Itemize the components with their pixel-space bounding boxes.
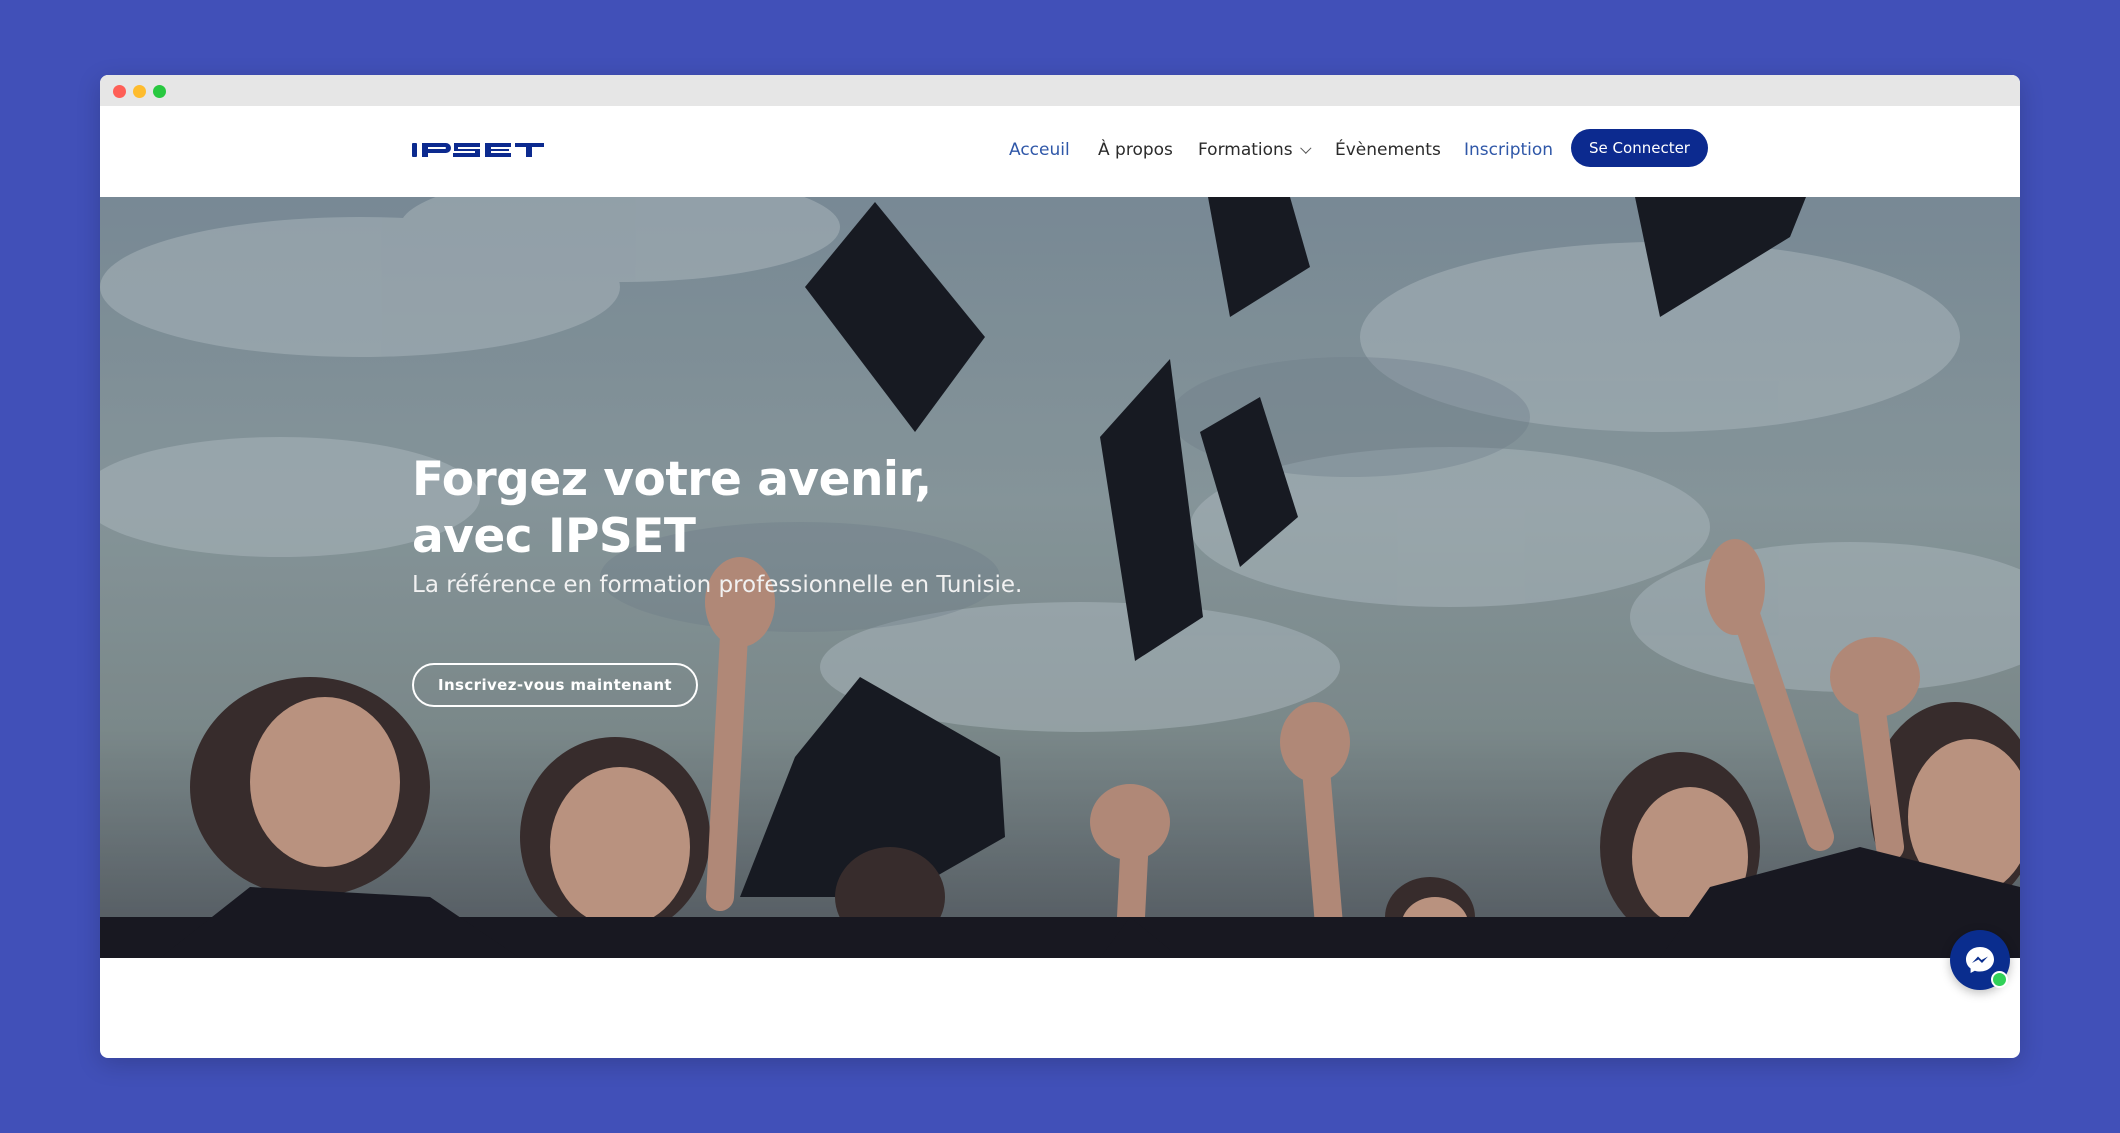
- hero-title: Forgez votre avenir, avec IPSET: [412, 451, 1112, 565]
- messenger-chat-button[interactable]: [1950, 930, 2010, 990]
- site-header: Acceuil À propos Formations Évènements I…: [100, 106, 2020, 197]
- maximize-window-button[interactable]: [153, 85, 166, 98]
- nav-item-acceuil[interactable]: Acceuil: [1009, 140, 1070, 160]
- nav-item-evenements[interactable]: Évènements: [1335, 140, 1441, 160]
- hero-section: Forgez votre avenir, avec IPSET La référ…: [100, 197, 2020, 958]
- nav-item-formations-label: Formations: [1198, 140, 1293, 160]
- hero-subtitle: La référence en formation professionnell…: [412, 572, 1023, 598]
- minimize-window-button[interactable]: [133, 85, 146, 98]
- hero-overlay: [100, 197, 2020, 958]
- online-status-indicator: [1991, 971, 2008, 988]
- nav-item-a-propos[interactable]: À propos: [1098, 140, 1173, 160]
- hero-title-line-2: avec IPSET: [412, 509, 696, 564]
- login-button[interactable]: Se Connecter: [1571, 129, 1708, 167]
- chevron-down-icon: [1299, 142, 1312, 154]
- browser-window: Acceuil À propos Formations Évènements I…: [100, 75, 2020, 1058]
- close-window-button[interactable]: [113, 85, 126, 98]
- nav-item-inscription[interactable]: Inscription: [1464, 140, 1553, 160]
- hero-title-line-1: Forgez votre avenir,: [412, 452, 932, 507]
- nav-item-formations[interactable]: Formations: [1198, 140, 1312, 160]
- main-navigation: Acceuil À propos Formations Évènements I…: [100, 106, 2020, 197]
- window-titlebar: [100, 75, 2020, 106]
- register-now-button[interactable]: Inscrivez-vous maintenant: [412, 663, 698, 707]
